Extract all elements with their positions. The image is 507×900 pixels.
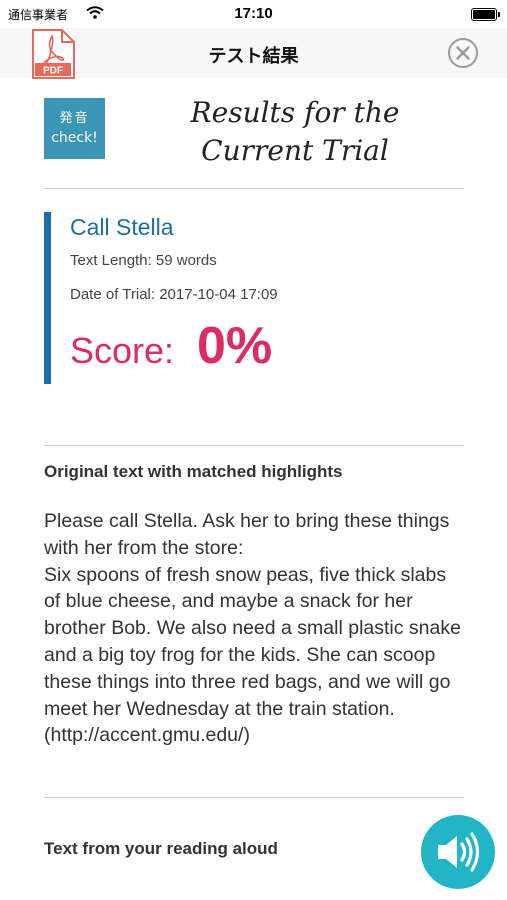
reading-aloud-heading: Text from your reading aloud (44, 839, 278, 858)
app-logo: 発音 check! (44, 98, 105, 159)
status-bar: 通信事業者 17:10 (0, 0, 507, 28)
speaker-icon (438, 832, 480, 872)
logo-line2: check! (51, 130, 98, 146)
status-time: 17:10 (234, 5, 273, 22)
close-icon (448, 38, 478, 68)
score-value: 0% (197, 317, 273, 375)
nav-title: テスト結果 (208, 46, 299, 67)
results-heading: Results for the Current Trial (190, 96, 400, 167)
trial-title: Call Stella (70, 214, 174, 240)
trial-summary-card: Call Stella Text Length: 59 words Date o… (44, 212, 471, 384)
score-label: Score: (70, 330, 175, 371)
original-text: Please call Stella. Ask her to bring the… (44, 510, 461, 747)
play-audio-button[interactable] (421, 815, 495, 889)
logo-line1: 発音 (59, 111, 90, 126)
trial-date: Date of Trial: 2017-10-04 17:09 (70, 286, 278, 303)
divider (44, 797, 464, 798)
battery-icon (471, 8, 500, 21)
navigation-bar: PDF テスト結果 (0, 28, 507, 79)
divider (44, 188, 464, 189)
text-length: Text Length: 59 words (70, 252, 217, 269)
close-button[interactable] (447, 37, 479, 69)
divider (44, 445, 464, 446)
original-text-heading: Original text with matched highlights (44, 462, 343, 481)
